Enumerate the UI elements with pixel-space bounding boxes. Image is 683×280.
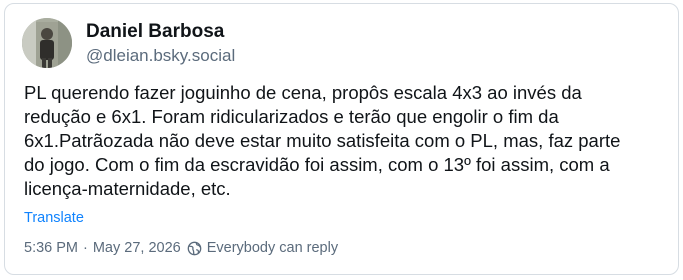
author-display-name[interactable]: Daniel Barbosa [86, 20, 235, 44]
post-card: Daniel Barbosa @dleian.bsky.social PL qu… [4, 3, 679, 275]
post-text-line: redução e 6x1. Foram ridicularizados e t… [24, 106, 559, 127]
post-meta: 5:36 PM · May 27, 2026 Everybody can rep… [24, 240, 338, 256]
post-text-line: licença-maternidade, etc. [24, 178, 231, 199]
translate-link[interactable]: Translate [24, 210, 84, 226]
post-text-line: PL querendo fazer joguinho de cena, prop… [24, 82, 582, 103]
post-timestamp[interactable]: 5:36 PM [24, 240, 78, 256]
avatar-image [22, 18, 72, 68]
author-names: Daniel Barbosa @dleian.bsky.social [86, 20, 235, 67]
post-text-line: 6x1.Patrãozada não deve estar muito sati… [24, 130, 621, 151]
reply-setting-label: Everybody can reply [206, 240, 339, 256]
post-text-line: do jogo. Com o fim da escravidão foi ass… [24, 154, 610, 175]
author-handle[interactable]: @dleian.bsky.social [86, 45, 235, 67]
avatar[interactable] [22, 18, 72, 68]
post-header: Daniel Barbosa @dleian.bsky.social [22, 18, 235, 68]
post-text: PL querendo fazer joguinho de cena, prop… [24, 81, 664, 201]
post-date[interactable]: May 27, 2026 [93, 240, 181, 256]
globe-icon [187, 241, 202, 256]
meta-separator: · [83, 240, 88, 256]
